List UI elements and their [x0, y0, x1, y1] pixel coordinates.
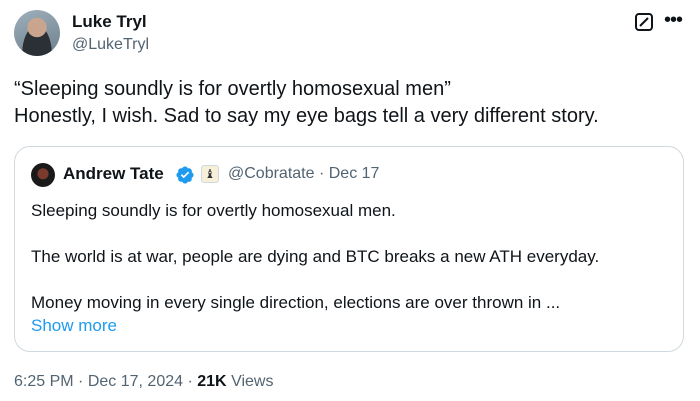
tweet-meta: 6:25 PM · Dec 17, 2024 · 21K Views — [14, 373, 273, 391]
tweet-time[interactable]: 6:25 PM — [14, 373, 74, 390]
tweet-text-line: Honestly, I wish. Sad to say my eye bags… — [14, 105, 599, 127]
grok-icon[interactable] — [635, 13, 653, 31]
verified-badge-icon — [176, 166, 194, 184]
quoted-paragraph: The world is at war, people are dying an… — [31, 247, 600, 266]
quoted-handle: @Cobratate — [228, 165, 315, 182]
more-icon[interactable]: ••• — [664, 10, 683, 30]
avatar[interactable] — [14, 10, 60, 56]
meta-separator: · — [187, 373, 193, 390]
quoted-text: Sleeping soundly is for overtly homosexu… — [31, 199, 671, 314]
tweet-date[interactable]: Dec 17, 2024 — [88, 373, 183, 390]
quoted-paragraph: Money moving in every single direction, … — [31, 293, 561, 312]
quoted-handle-date: @Cobratate · Dec 17 — [228, 165, 379, 183]
tweet-text-line: “Sleeping soundly is for overtly homosex… — [14, 78, 451, 100]
show-more-link[interactable]: Show more — [31, 316, 117, 336]
quoted-tweet-card[interactable]: Andrew Tate ♝ @Cobratate · Dec 17 Sleepi… — [14, 146, 684, 352]
views-label: Views — [231, 373, 274, 390]
quoted-avatar[interactable] — [31, 163, 55, 187]
author-handle[interactable]: @LukeTryl — [72, 36, 149, 54]
meta-separator: · — [78, 373, 84, 390]
meta-separator: · — [318, 165, 325, 182]
author-name[interactable]: Luke Tryl — [72, 12, 147, 32]
views-count[interactable]: 21K — [197, 373, 226, 390]
tweet-text: “Sleeping soundly is for overtly homosex… — [14, 76, 684, 130]
quoted-date[interactable]: Dec 17 — [329, 165, 380, 182]
affiliate-badge-icon: ♝ — [201, 165, 219, 183]
quoted-author-name[interactable]: Andrew Tate — [63, 164, 164, 184]
quoted-paragraph: Sleeping soundly is for overtly homosexu… — [31, 201, 396, 220]
